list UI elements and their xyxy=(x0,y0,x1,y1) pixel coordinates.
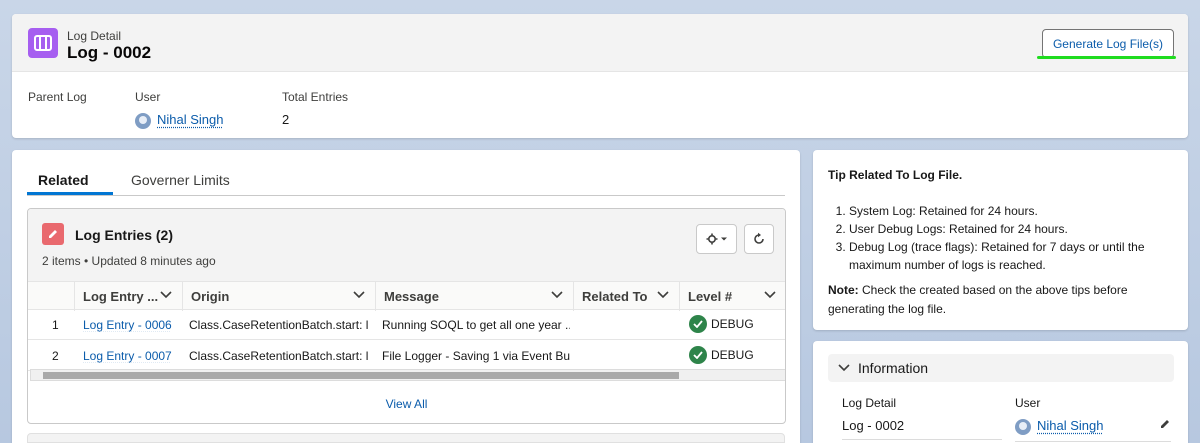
information-section-header[interactable]: Information xyxy=(828,354,1174,382)
user-avatar xyxy=(135,112,151,129)
user-link[interactable]: Nihal Singh xyxy=(1037,418,1104,433)
log-entry-link[interactable]: Log Entry - 0006 xyxy=(83,318,172,332)
generate-log-files-button[interactable]: Generate Log File(s) xyxy=(1042,29,1174,58)
active-tab-indicator xyxy=(27,192,113,195)
field-label: User xyxy=(135,90,161,104)
section-title: Information xyxy=(858,360,929,376)
field-label: Parent Log xyxy=(28,90,87,104)
tip-item: User Debug Logs: Retained for 24 hours. xyxy=(849,220,1175,238)
column-log-entry[interactable]: Log Entry ... xyxy=(74,282,182,311)
chevron-down-icon xyxy=(551,291,563,299)
tab-related[interactable]: Related xyxy=(38,172,89,188)
tip-item: Debug Log (trace flags): Retained for 7 … xyxy=(849,238,1175,274)
message-cell: Running SOQL to get all one year ... xyxy=(382,318,570,332)
horizontal-scrollbar[interactable] xyxy=(30,369,785,381)
chevron-down-icon xyxy=(838,364,850,372)
message-cell: File Logger - Saving 1 via Event Bus. xyxy=(382,349,570,363)
level-cell: DEBUG xyxy=(689,315,754,333)
table-row: 2 Log Entry - 0007 Class.CaseRetentionBa… xyxy=(28,341,785,371)
column-related-to[interactable]: Related To xyxy=(573,282,679,311)
table-row: 1 Log Entry - 0006 Class.CaseRetentionBa… xyxy=(28,310,785,340)
related-list-title: Log Entries (2) xyxy=(75,227,174,243)
field-value: Log - 0002 xyxy=(842,418,1002,440)
refresh-button[interactable] xyxy=(744,224,774,254)
information-card: Information Log Detail Log - 0002 User N… xyxy=(813,341,1188,443)
log-entry-icon xyxy=(42,223,64,245)
user-link[interactable]: Nihal Singh xyxy=(157,112,224,127)
user-avatar xyxy=(1015,418,1031,435)
tip-note: Note: Check the created based on the abo… xyxy=(828,281,1168,319)
page-title: Log - 0002 xyxy=(67,43,152,62)
related-list-meta: 2 items • Updated 8 minutes ago xyxy=(42,254,216,268)
edit-pencil-icon[interactable] xyxy=(1159,418,1171,430)
record-type-label: Log Detail xyxy=(67,29,122,43)
note-label: Note: xyxy=(828,283,859,297)
chevron-down-icon xyxy=(657,291,669,299)
table-header: Log Entry ... Origin Message Related To … xyxy=(28,281,785,311)
level-value: DEBUG xyxy=(711,317,754,331)
column-level[interactable]: Level # xyxy=(679,282,785,311)
scrollbar-thumb[interactable] xyxy=(43,372,679,379)
related-list-header: Log Entries (2) 2 items • Updated 8 minu… xyxy=(28,209,785,281)
record-header: Log Detail Log - 0002 Generate Log File(… xyxy=(12,14,1188,138)
note-text: Check the created based on the above tip… xyxy=(828,283,1128,316)
refresh-icon xyxy=(754,232,764,244)
record-icon xyxy=(28,28,58,58)
log-entries-related-list: Log Entries (2) 2 items • Updated 8 minu… xyxy=(27,208,786,424)
level-value: DEBUG xyxy=(711,348,754,362)
user-field: User Nihal Singh xyxy=(135,90,224,129)
chevron-down-icon xyxy=(764,291,776,299)
tab-governer-limits[interactable]: Governer Limits xyxy=(131,172,230,188)
row-number: 1 xyxy=(52,318,59,332)
field-label: Total Entries xyxy=(282,90,349,104)
origin-cell: Class.CaseRetentionBatch.start: li... xyxy=(189,318,369,332)
tip-title: Tip Related To Log File. xyxy=(828,168,963,182)
field-label: User xyxy=(1015,396,1041,410)
row-number: 2 xyxy=(52,349,59,363)
column-message[interactable]: Message xyxy=(375,282,573,311)
view-all-link[interactable]: View All xyxy=(28,397,785,411)
tip-item: System Log: Retained for 24 hours. xyxy=(849,202,1175,220)
chevron-down-icon xyxy=(160,291,172,299)
log-detail-field: Log Detail Log - 0002 xyxy=(842,396,1002,440)
header-bar: Log Detail Log - 0002 Generate Log File(… xyxy=(12,14,1188,72)
success-check-icon xyxy=(689,346,707,364)
tip-card: Tip Related To Log File. System Log: Ret… xyxy=(813,150,1188,330)
total-entries-field: Total Entries 2 xyxy=(282,90,348,127)
tab-bar: Related Governer Limits xyxy=(27,150,785,196)
chevron-down-icon xyxy=(353,291,365,299)
field-label: Log Detail xyxy=(842,396,897,410)
parent-log-field: Parent Log xyxy=(28,90,87,112)
gear-icon xyxy=(706,233,727,245)
origin-cell: Class.CaseRetentionBatch.start: li... xyxy=(189,349,369,363)
main-panel: Related Governer Limits Log Entries (2) … xyxy=(12,150,800,443)
log-entry-link[interactable]: Log Entry - 0007 xyxy=(83,349,172,363)
user-field: User Nihal Singh xyxy=(1015,396,1171,442)
tip-list: System Log: Retained for 24 hours. User … xyxy=(835,202,1175,274)
level-cell: DEBUG xyxy=(689,346,754,364)
column-origin[interactable]: Origin xyxy=(182,282,375,311)
next-related-list xyxy=(27,433,785,443)
field-value: 2 xyxy=(282,112,290,127)
success-check-icon xyxy=(689,315,707,333)
list-settings-button[interactable] xyxy=(696,224,737,254)
highlight-underline xyxy=(1037,56,1176,59)
